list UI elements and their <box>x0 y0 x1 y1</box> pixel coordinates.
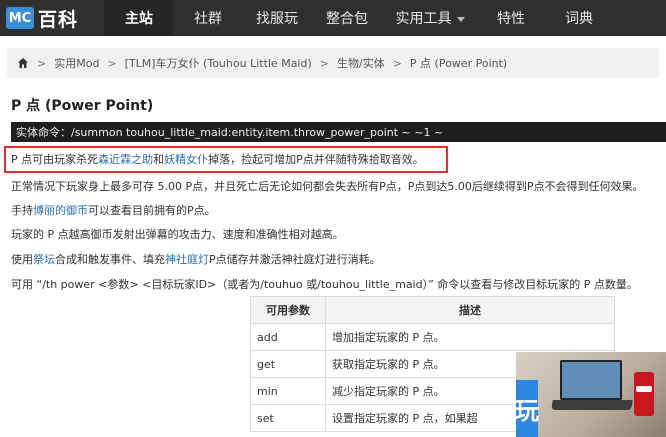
link-rinnosuke[interactable]: 森近霖之助 <box>98 153 153 166</box>
table-cell: add <box>250 323 326 351</box>
table-cell: 增加指定玩家的 P 点。 <box>325 323 615 351</box>
para-drop: P 点可由玩家杀死森近霖之助和妖精女仆掉落，捡起可增加P点并伴随特殊拾取音效。 <box>11 151 424 167</box>
para-text: 使用 <box>11 253 33 266</box>
link-fairy-maid[interactable]: 妖精女仆 <box>164 153 208 166</box>
breadcrumb-item-tlm[interactable]: [TLM]车万女仆 (Touhou Little Maid) <box>125 55 312 71</box>
entity-command-bar: 实体命令：/summon touhou_little_maid:entity.i… <box>11 122 666 142</box>
para-danmaku: 玩家的 P 点越高御币发射出弹幕的攻击力、速度和准确性相对越高。 <box>11 228 344 241</box>
breadcrumb-separator: > <box>319 56 329 70</box>
table-row: add 增加指定玩家的 P 点。 <box>250 323 615 351</box>
para-text: P 点可由玩家杀死 <box>11 153 99 166</box>
chevron-down-icon <box>456 16 465 22</box>
nav-item-community[interactable]: 社群 <box>174 0 242 36</box>
table-header: 描述 <box>325 296 615 324</box>
link-shrine-lantern[interactable]: 神社庭灯 <box>165 253 209 266</box>
breadcrumb-item-mod[interactable]: 实用Mod <box>54 55 99 71</box>
table-cell: get <box>250 350 326 378</box>
logo-badge: MC <box>6 7 34 29</box>
top-nav: MC 百科 主站 社群 找服玩 整合包 实用工具 特性 词典 <box>0 0 666 36</box>
breadcrumb-separator: > <box>37 56 47 70</box>
nav-item-tools[interactable]: 实用工具 <box>382 0 478 36</box>
breadcrumb-separator: > <box>392 56 402 70</box>
soda-can-image <box>634 372 654 416</box>
breadcrumb-item-entity[interactable]: 生物/实体 <box>337 55 385 71</box>
breadcrumb: > 实用Mod > [TLM]车万女仆 (Touhou Little Maid)… <box>7 48 659 78</box>
nav-item-main[interactable]: 主站 <box>104 0 174 36</box>
nav-item-features[interactable]: 特性 <box>478 0 544 36</box>
nav-item-modpack[interactable]: 整合包 <box>312 0 382 36</box>
ad-badge[interactable]: 玩 <box>516 380 539 437</box>
breadcrumb-separator: > <box>107 56 117 70</box>
table-header: 可用参数 <box>250 296 326 324</box>
soda-can-label <box>636 386 652 392</box>
link-altar[interactable]: 祭坛 <box>33 253 55 266</box>
para-text: 合成和触发事件、填充 <box>55 253 165 266</box>
ad-overlay[interactable]: 玩 <box>516 352 666 437</box>
site-logo[interactable]: MC 百科 <box>0 0 104 36</box>
para-text: 手持 <box>11 204 33 217</box>
para-usage: 使用祭坛合成和触发事件、填充神社庭灯P点储存并激活神社庭灯进行消耗。 <box>11 251 381 267</box>
para-text: 和 <box>153 153 165 166</box>
breadcrumb-item-current: P 点 (Power Point) <box>409 57 508 70</box>
nav-item-tools-label: 实用工具 <box>395 11 452 27</box>
link-hakurei-gohei[interactable]: 博丽的御币 <box>33 204 88 217</box>
para-max-power: 正常情况下玩家身上最多可存 5.00 P点，并且死亡后无论如何都会失去所有P点，… <box>11 180 644 193</box>
para-text: 掉落，捡起可增加P点并伴随特殊拾取音效。 <box>208 153 424 166</box>
nav-item-find-server[interactable]: 找服玩 <box>242 0 312 36</box>
table-header-row: 可用参数 描述 <box>250 296 615 324</box>
para-command-usage: 可用 “/th power <参数> <目标玩家ID>（或者为/touhuo 或… <box>11 278 638 291</box>
page-title: P 点 (Power Point) <box>11 98 154 114</box>
laptop-image <box>560 360 622 400</box>
para-text: P点储存并激活神社庭灯进行消耗。 <box>209 253 381 266</box>
laptop-base <box>551 400 633 410</box>
home-icon[interactable] <box>17 57 29 69</box>
table-cell: set <box>250 404 326 432</box>
nav-item-dictionary[interactable]: 词典 <box>544 0 614 36</box>
para-gohei: 手持博丽的御币可以查看目前拥有的P点。 <box>11 202 216 218</box>
para-text: 可以查看目前拥有的P点。 <box>88 204 216 217</box>
table-cell: min <box>250 377 326 405</box>
logo-text: 百科 <box>38 8 79 31</box>
